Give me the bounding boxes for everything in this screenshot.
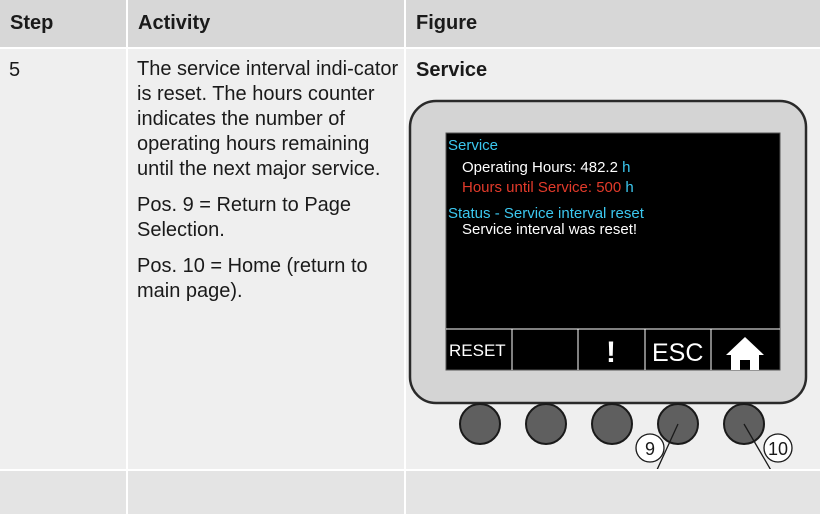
step-cell: 5 bbox=[0, 49, 126, 469]
step-number: 5 bbox=[9, 59, 21, 81]
svg-text:Hours until Service: 500 h: Hours until Service: 500 h bbox=[462, 179, 634, 196]
header-step: Step bbox=[0, 0, 126, 47]
service-step-table: Step Activity Figure 5 The service inter… bbox=[0, 0, 820, 514]
figure-cell: Service Service Operating Hours: 482.2 h… bbox=[406, 49, 820, 469]
softkey-esc[interactable]: ESC bbox=[652, 339, 703, 367]
status-message: Service interval was reset! bbox=[462, 221, 637, 238]
empty-row-step bbox=[0, 471, 126, 514]
screen-title: Service bbox=[448, 137, 498, 154]
empty-row-figure bbox=[406, 471, 820, 514]
activity-paragraph-1: The service interval indi-cator is reset… bbox=[137, 58, 399, 180]
activity-paragraph-3: Pos. 10 = Home (return to main page). bbox=[137, 255, 368, 302]
header-figure: Figure bbox=[406, 0, 820, 47]
activity-cell: The service interval indi-cator is reset… bbox=[128, 49, 404, 469]
header-activity: Activity bbox=[128, 0, 404, 47]
callout-label-10: 10 bbox=[768, 439, 788, 459]
softkey-reset[interactable]: RESET bbox=[449, 341, 506, 360]
empty-row-activity bbox=[128, 471, 404, 514]
operating-hours-unit: h bbox=[622, 159, 630, 176]
activity-paragraph-2: Pos. 9 = Return to Page Selection. bbox=[137, 194, 352, 241]
hours-until-unit: h bbox=[625, 179, 633, 196]
activity-text: The service interval indi-cator is reset… bbox=[128, 49, 404, 304]
callout-label-9: 9 bbox=[645, 439, 655, 459]
status-title: Status - Service interval reset bbox=[448, 205, 645, 222]
hours-until-label: Hours until Service: 500 bbox=[462, 179, 621, 196]
svg-text:Operating Hours: 482.2 h: Operating Hours: 482.2 h bbox=[462, 159, 630, 176]
softkey-alert[interactable]: ! bbox=[606, 336, 616, 369]
operating-hours-label: Operating Hours: 482.2 bbox=[462, 159, 618, 176]
figure-title: Service bbox=[416, 59, 488, 81]
